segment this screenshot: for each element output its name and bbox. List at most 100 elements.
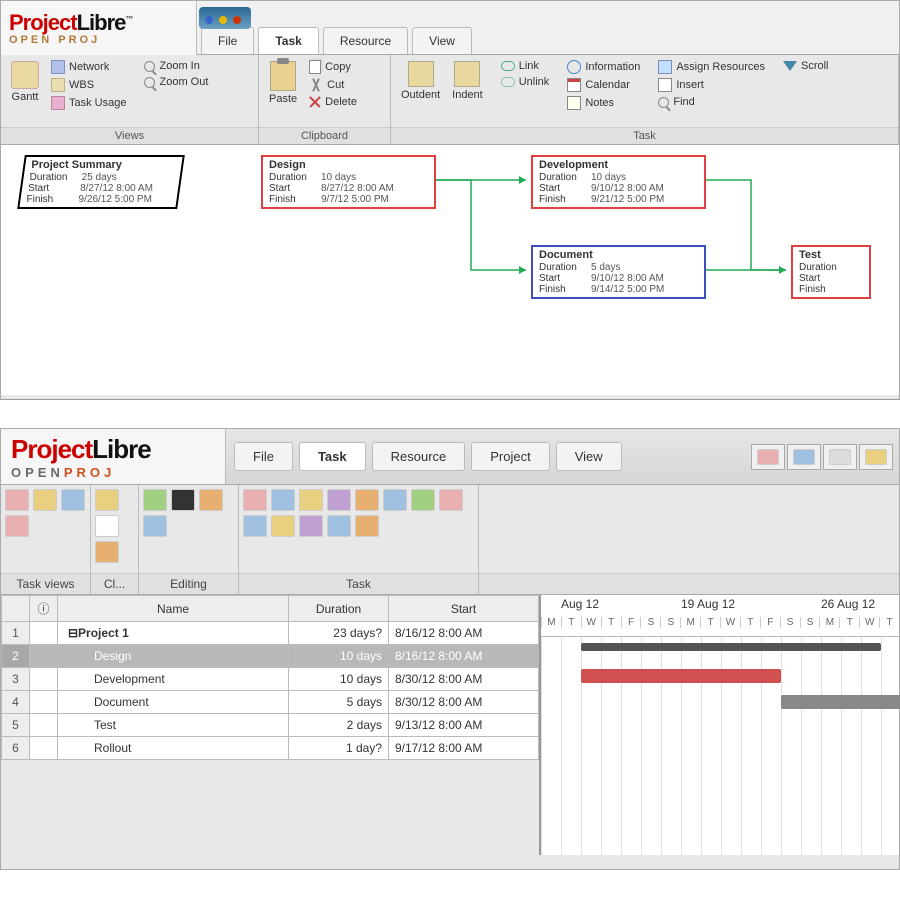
- duration-cell[interactable]: 1 day?: [289, 737, 389, 760]
- ric-icon[interactable]: [411, 489, 435, 511]
- ric-icon[interactable]: [95, 541, 119, 563]
- zoom-out-button[interactable]: Zoom Out: [140, 75, 212, 89]
- gantt-body[interactable]: [541, 637, 899, 855]
- table-row[interactable]: 1⊟Project 123 days?8/16/12 8:00 AM: [2, 622, 539, 645]
- view-resource-icon[interactable]: [823, 444, 857, 470]
- col-info[interactable]: ⓘ: [30, 596, 58, 622]
- start-cell[interactable]: 8/16/12 8:00 AM: [389, 622, 539, 645]
- name-cell[interactable]: Rollout: [58, 737, 289, 760]
- ric-icon[interactable]: [171, 489, 195, 511]
- gantt-button[interactable]: Gantt: [7, 59, 43, 105]
- view-histogram-icon[interactable]: [859, 444, 893, 470]
- ric-icon[interactable]: [243, 515, 267, 537]
- task-table[interactable]: ⓘ Name Duration Start 1⊟Project 123 days…: [1, 595, 541, 855]
- table-row[interactable]: 2Design10 days8/16/12 8:00 AM: [2, 645, 539, 668]
- name-cell[interactable]: Development: [58, 668, 289, 691]
- ric-icon[interactable]: [199, 489, 223, 511]
- start-cell[interactable]: 8/16/12 8:00 AM: [389, 645, 539, 668]
- menu-view[interactable]: View: [412, 27, 472, 54]
- outdent-button[interactable]: Outdent: [397, 59, 444, 103]
- start-cell[interactable]: 9/13/12 8:00 AM: [389, 714, 539, 737]
- view-network-icon[interactable]: [787, 444, 821, 470]
- node-development[interactable]: Development Duration10 days Start9/10/12…: [531, 155, 706, 209]
- gantt-chart[interactable]: Aug 12 19 Aug 12 26 Aug 12 MTWTFSSMTWTFS…: [541, 595, 899, 855]
- find-button[interactable]: Find: [654, 95, 769, 109]
- duration-cell[interactable]: 2 days: [289, 714, 389, 737]
- ric-icon[interactable]: [143, 489, 167, 511]
- gantt-bar[interactable]: [581, 669, 781, 683]
- col-name[interactable]: Name: [58, 596, 289, 622]
- menu2-task[interactable]: Task: [299, 442, 366, 471]
- ric-icon[interactable]: [355, 489, 379, 511]
- table-row[interactable]: 5Test2 days9/13/12 8:00 AM: [2, 714, 539, 737]
- information-button[interactable]: Information: [563, 59, 644, 75]
- node-test[interactable]: Test Duration Start Finish: [791, 245, 871, 299]
- task-usage-button[interactable]: Task Usage: [47, 95, 130, 111]
- assign-resources-button[interactable]: Assign Resources: [654, 59, 769, 75]
- table-row[interactable]: 3Development10 days8/30/12 8:00 AM: [2, 668, 539, 691]
- name-cell[interactable]: Test: [58, 714, 289, 737]
- name-cell[interactable]: Document: [58, 691, 289, 714]
- zoom-in-button[interactable]: Zoom In: [140, 59, 212, 73]
- ric-icon[interactable]: [33, 489, 57, 511]
- info-cell[interactable]: [30, 691, 58, 714]
- menu2-file[interactable]: File: [234, 442, 293, 471]
- menu2-view[interactable]: View: [556, 442, 622, 471]
- calendar-button[interactable]: Calendar: [563, 77, 644, 93]
- insert-button[interactable]: Insert: [654, 77, 769, 93]
- gantt-bar[interactable]: [781, 695, 900, 709]
- duration-cell[interactable]: 5 days: [289, 691, 389, 714]
- copy-button[interactable]: Copy: [305, 59, 361, 75]
- node-document[interactable]: Document Duration5 days Start9/10/12 8:0…: [531, 245, 706, 299]
- ric-icon[interactable]: [143, 515, 167, 537]
- node-design[interactable]: Design Duration10 days Start8/27/12 8:00…: [261, 155, 436, 209]
- info-cell[interactable]: [30, 714, 58, 737]
- menu-file[interactable]: File: [201, 27, 254, 54]
- save-icon[interactable]: [205, 16, 213, 24]
- start-cell[interactable]: 9/17/12 8:00 AM: [389, 737, 539, 760]
- ric-icon[interactable]: [243, 489, 267, 511]
- network-button[interactable]: Network: [47, 59, 130, 75]
- ric-icon[interactable]: [271, 489, 295, 511]
- menu-resource[interactable]: Resource: [323, 27, 408, 54]
- name-cell[interactable]: Design: [58, 645, 289, 668]
- ric-icon[interactable]: [299, 489, 323, 511]
- ric-icon[interactable]: [95, 515, 119, 537]
- info-cell[interactable]: [30, 622, 58, 645]
- delete-button[interactable]: Delete: [305, 95, 361, 109]
- indent-button[interactable]: Indent: [448, 59, 487, 103]
- redo-icon[interactable]: [233, 16, 241, 24]
- wbs-button[interactable]: WBS: [47, 77, 130, 93]
- ric-icon[interactable]: [355, 515, 379, 537]
- scroll-button[interactable]: Scroll: [779, 59, 833, 73]
- duration-cell[interactable]: 10 days: [289, 668, 389, 691]
- col-rownum[interactable]: [2, 596, 30, 622]
- unlink-button[interactable]: Unlink: [497, 75, 554, 89]
- ric-icon[interactable]: [299, 515, 323, 537]
- info-cell[interactable]: [30, 737, 58, 760]
- info-cell[interactable]: [30, 645, 58, 668]
- node-project-summary[interactable]: Project Summary Duration25 days Start8/2…: [17, 155, 185, 209]
- start-cell[interactable]: 8/30/12 8:00 AM: [389, 668, 539, 691]
- ric-icon[interactable]: [5, 489, 29, 511]
- ric-icon[interactable]: [327, 489, 351, 511]
- gantt-bar[interactable]: [581, 643, 881, 651]
- menu2-resource[interactable]: Resource: [372, 442, 466, 471]
- ric-icon[interactable]: [61, 489, 85, 511]
- duration-cell[interactable]: 10 days: [289, 645, 389, 668]
- undo-icon[interactable]: [219, 16, 227, 24]
- notes-button[interactable]: Notes: [563, 95, 644, 111]
- table-row[interactable]: 6Rollout1 day?9/17/12 8:00 AM: [2, 737, 539, 760]
- ric-icon[interactable]: [439, 489, 463, 511]
- network-diagram-canvas[interactable]: Project Summary Duration25 days Start8/2…: [1, 145, 899, 395]
- col-start[interactable]: Start: [389, 596, 539, 622]
- start-cell[interactable]: 8/30/12 8:00 AM: [389, 691, 539, 714]
- ric-icon[interactable]: [383, 489, 407, 511]
- table-row[interactable]: 4Document5 days8/30/12 8:00 AM: [2, 691, 539, 714]
- duration-cell[interactable]: 23 days?: [289, 622, 389, 645]
- cut-button[interactable]: Cut: [305, 77, 361, 93]
- ric-icon[interactable]: [95, 489, 119, 511]
- info-cell[interactable]: [30, 668, 58, 691]
- view-gantt-icon[interactable]: [751, 444, 785, 470]
- menu2-project[interactable]: Project: [471, 442, 549, 471]
